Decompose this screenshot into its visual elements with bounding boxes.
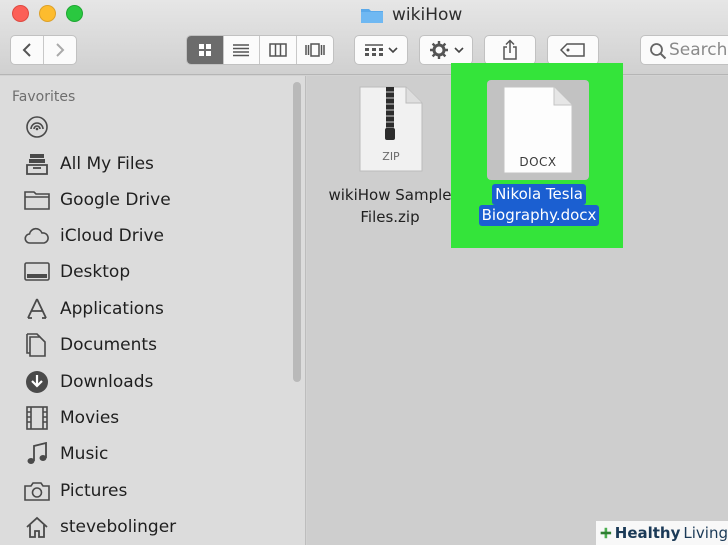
file-name-line1: wikiHow Sample	[328, 186, 452, 204]
sidebar-item-downloads[interactable]: Downloads	[24, 368, 153, 396]
sidebar-item-label: Pictures	[60, 481, 128, 501]
file-name-line2: Files.zip	[360, 208, 420, 226]
chevron-left-icon	[22, 43, 31, 57]
healthy-living-watermark: Healthy Living	[596, 521, 728, 545]
arrange-button[interactable]	[354, 35, 408, 65]
downloads-icon	[24, 370, 50, 394]
sidebar-item-applications[interactable]: Applications	[24, 295, 164, 323]
action-menu-button[interactable]	[419, 35, 473, 65]
forward-button[interactable]	[44, 36, 77, 64]
all-files-icon	[24, 152, 50, 176]
sidebar-item-home[interactable]: stevebolinger	[24, 513, 176, 541]
sidebar-item-label: iCloud Drive	[60, 226, 165, 246]
folder-icon	[24, 188, 50, 212]
chevron-down-icon	[453, 47, 464, 54]
folder-icon	[360, 6, 384, 24]
file-name-line1: Nikola Tesla	[492, 184, 586, 205]
sidebar-item-label: Downloads	[60, 372, 154, 392]
search-placeholder: Search	[669, 40, 728, 60]
list-icon	[233, 44, 250, 57]
sidebar-header-favorites: Favorites	[12, 89, 76, 105]
tag-icon	[560, 43, 585, 57]
sidebar-item-music[interactable]: Music	[24, 440, 108, 468]
plus-logo-icon	[600, 527, 612, 539]
sidebar-item-documents[interactable]: Documents	[24, 331, 157, 359]
documents-icon	[24, 333, 50, 357]
sidebar-item-label: Google Drive	[60, 190, 171, 210]
watermark-light: Living	[683, 524, 728, 542]
chevron-right-icon	[56, 43, 65, 57]
gear-icon	[429, 41, 448, 59]
grid-icon	[198, 44, 211, 56]
columns-icon	[269, 43, 287, 57]
file-name-line2: Biography.docx	[478, 205, 600, 226]
search-icon	[650, 43, 667, 60]
arrange-grid-icon	[365, 44, 383, 56]
cover-flow-icon	[304, 43, 325, 57]
sidebar-item-label: Music	[60, 444, 109, 464]
sidebar-item-desktop[interactable]: Desktop	[24, 258, 130, 286]
sidebar-item-label: Documents	[60, 335, 157, 355]
chevron-down-icon	[388, 47, 398, 54]
close-window-button[interactable]	[12, 5, 29, 22]
sidebar-scrollbar[interactable]	[293, 82, 301, 382]
share-button[interactable]	[484, 35, 536, 65]
sidebar-item-pictures[interactable]: Pictures	[24, 477, 127, 505]
sidebar-item-all-my-files[interactable]: All My Files	[24, 150, 154, 178]
list-view-button[interactable]	[224, 36, 260, 64]
desktop-icon	[24, 260, 50, 284]
home-icon	[24, 515, 50, 539]
minimize-window-button[interactable]	[39, 5, 56, 22]
sidebar-item-movies[interactable]: Movies	[24, 404, 119, 432]
sidebar: Favorites All My Files Google Drive iClo…	[0, 76, 306, 545]
file-item-docx-selected[interactable]: Nikola Tesla Biography.docx	[474, 184, 604, 226]
music-note-icon	[24, 442, 50, 466]
sidebar-item-label: stevebolinger	[60, 517, 177, 537]
back-forward-group	[10, 35, 77, 65]
sidebar-item-label: All My Files	[60, 154, 154, 174]
share-icon	[503, 39, 517, 60]
sidebar-item-icloud-drive[interactable]: iCloud Drive	[24, 222, 164, 250]
window-title-text: wikiHow	[392, 5, 463, 25]
cloud-icon	[24, 224, 50, 248]
back-button[interactable]	[11, 36, 44, 64]
sidebar-item-google-drive[interactable]: Google Drive	[24, 186, 171, 214]
sidebar-item-label: Applications	[60, 299, 164, 319]
file-type-label: DOCX	[519, 155, 557, 169]
applications-icon	[24, 297, 50, 321]
zoom-window-button[interactable]	[66, 5, 83, 22]
film-icon	[24, 406, 50, 430]
window-title: wikiHow	[360, 3, 462, 27]
file-type-label: ZIP	[382, 150, 400, 163]
airdrop-icon	[24, 115, 50, 139]
sidebar-item-airdrop[interactable]	[24, 113, 60, 141]
watermark-bold: Healthy	[614, 524, 681, 542]
column-view-button[interactable]	[260, 36, 297, 64]
tags-button[interactable]	[547, 35, 599, 65]
camera-icon	[24, 479, 50, 503]
sidebar-item-label: Movies	[60, 408, 120, 428]
gallery-view-button[interactable]	[297, 36, 333, 64]
view-mode-group	[186, 35, 334, 65]
search-field[interactable]: Search	[640, 35, 728, 65]
file-item-zip[interactable]: wikiHow Sample Files.zip	[318, 184, 462, 228]
icon-view-button[interactable]	[187, 36, 224, 64]
sidebar-item-label: Desktop	[60, 262, 131, 282]
